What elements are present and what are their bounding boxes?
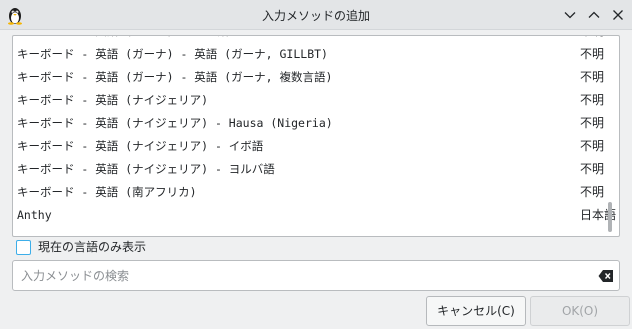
backspace-clear-icon[interactable] <box>598 269 614 283</box>
list-item[interactable]: キーボード - 英語 (ガーナ) - 英語 (ガーナ, 複数言語) 不明 <box>13 66 619 89</box>
input-method-list-rows: キーボード - 英語 (ガーナ) - フラ語 不明 キーボード - 英語 (ガー… <box>13 36 619 227</box>
input-method-language: 不明 <box>580 116 605 130</box>
list-item[interactable]: Anthy 日本語 <box>13 204 619 227</box>
input-method-language: 不明 <box>580 70 605 84</box>
close-icon <box>613 10 623 20</box>
input-method-name: キーボード - 英語 (ナイジェリア) - ヨルバ語 <box>17 162 275 176</box>
search-input[interactable] <box>21 266 581 286</box>
minimize-button[interactable] <box>561 6 579 24</box>
window-title: 入力メソッドの追加 <box>261 9 370 23</box>
title-bar: 入力メソッドの追加 <box>0 0 632 30</box>
list-item[interactable]: キーボード - 英語 (ナイジェリア) - ヨルバ語 不明 <box>13 158 619 181</box>
input-method-name: キーボード - 英語 (ガーナ) - 英語 (ガーナ, GILLBT) <box>17 47 328 61</box>
input-method-language: 不明 <box>580 47 605 61</box>
input-method-name: キーボード - 英語 (ナイジェリア) - Hausa (Nigeria) <box>17 116 333 130</box>
input-method-name: Anthy <box>17 208 52 222</box>
input-method-language: 不明 <box>580 162 605 176</box>
current-language-only-label: 現在の言語のみ表示 <box>38 240 147 254</box>
vertical-scrollbar[interactable] <box>608 202 612 232</box>
chevron-down-icon <box>564 12 576 19</box>
list-item[interactable]: キーボード - 英語 (ガーナ) - フラ語 不明 <box>13 36 619 43</box>
cancel-button[interactable]: キャンセル(C) <box>426 296 526 326</box>
search-box <box>12 260 620 291</box>
close-button[interactable] <box>609 6 627 24</box>
input-method-language: 不明 <box>580 36 604 43</box>
list-item[interactable]: キーボード - 英語 (ナイジェリア) - Hausa (Nigeria) 不明 <box>13 112 619 135</box>
input-method-list[interactable]: キーボード - 英語 (ガーナ) - フラ語 不明 キーボード - 英語 (ガー… <box>12 35 620 237</box>
input-method-language: 不明 <box>580 139 605 153</box>
list-item[interactable]: キーボード - 英語 (ガーナ) - 英語 (ガーナ, GILLBT) 不明 <box>13 43 619 66</box>
list-item[interactable]: キーボード - 英語 (ナイジェリア) - イボ語 不明 <box>13 135 619 158</box>
maximize-button[interactable] <box>585 6 603 24</box>
input-method-name: キーボード - 英語 (ガーナ) - フラ語 <box>17 36 229 43</box>
ok-button[interactable]: OK(O) <box>530 296 630 326</box>
input-method-name: キーボード - 英語 (南アフリカ) <box>17 185 197 199</box>
input-method-name: キーボード - 英語 (ナイジェリア) - イボ語 <box>17 139 264 153</box>
list-item[interactable]: キーボード - 英語 (南アフリカ) 不明 <box>13 181 619 204</box>
input-method-name: キーボード - 英語 (ナイジェリア) <box>17 93 209 107</box>
current-language-only-checkbox[interactable] <box>16 240 31 255</box>
input-method-name: キーボード - 英語 (ガーナ) - 英語 (ガーナ, 複数言語) <box>17 70 333 84</box>
input-method-language: 不明 <box>580 185 605 199</box>
list-item[interactable]: キーボード - 英語 (ナイジェリア) 不明 <box>13 89 619 112</box>
chevron-up-icon <box>588 11 600 18</box>
input-method-language: 不明 <box>580 93 605 107</box>
